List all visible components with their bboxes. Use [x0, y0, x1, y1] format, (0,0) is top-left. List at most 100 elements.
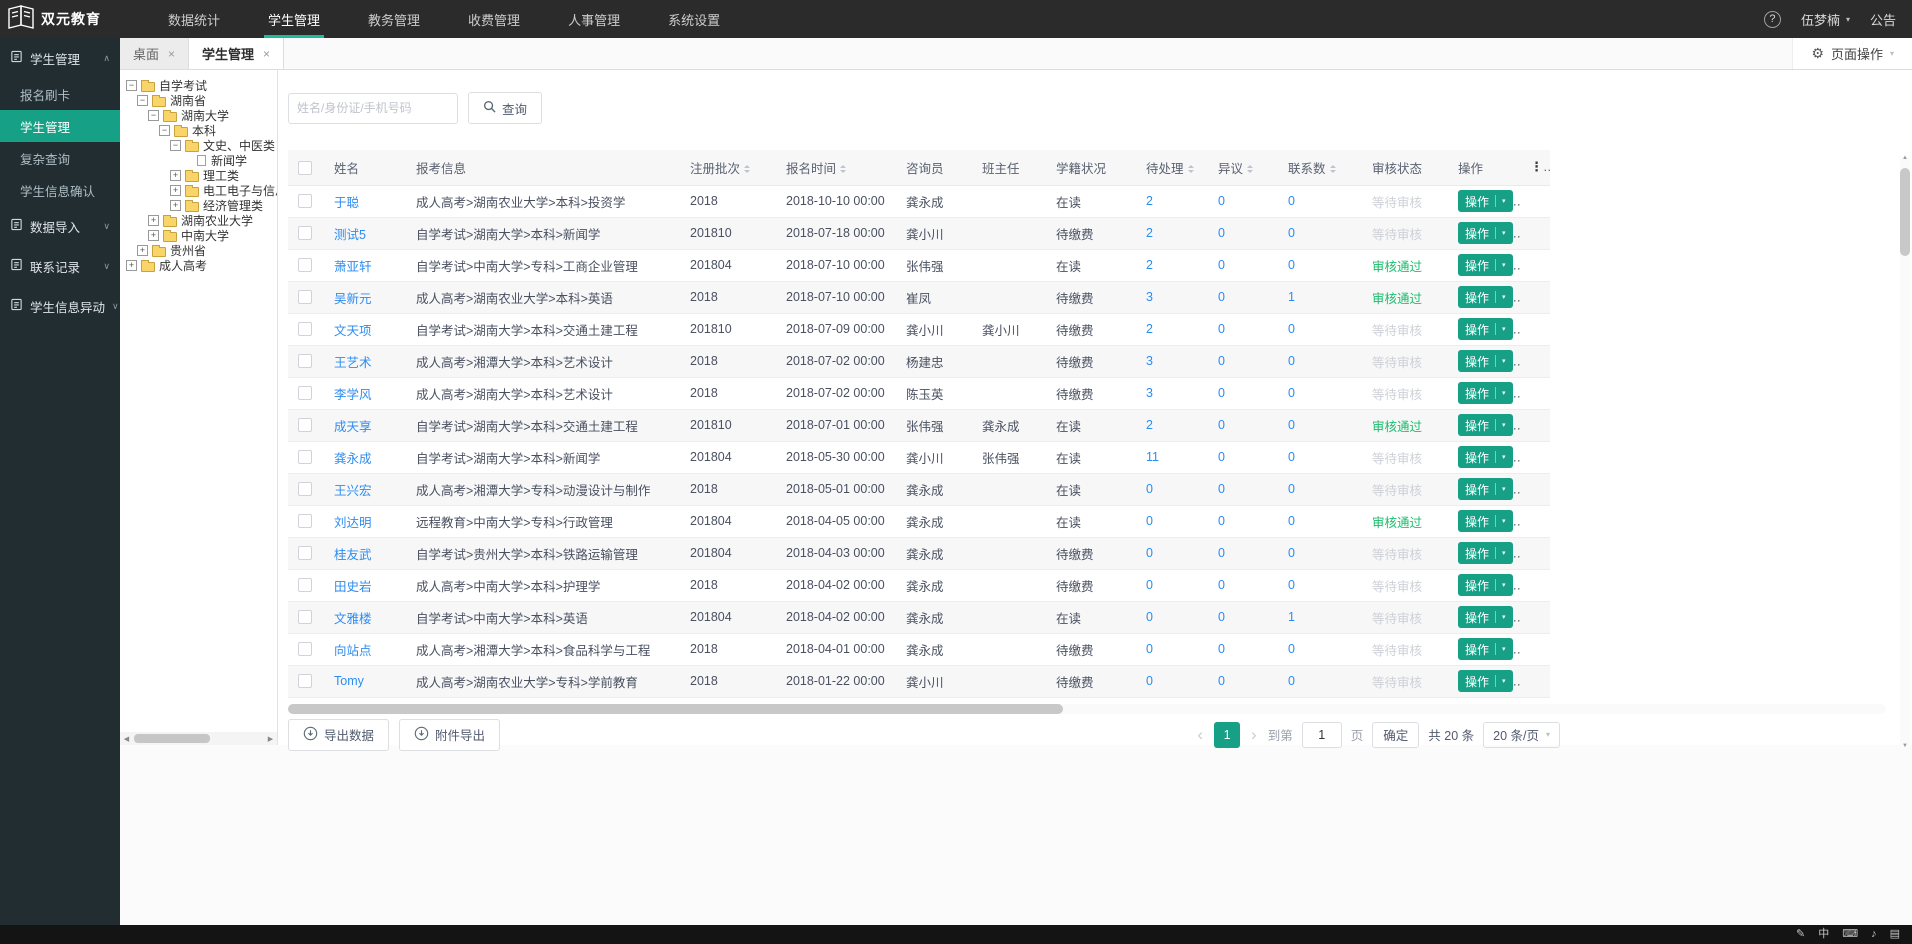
row-action-button[interactable]: 操作▾	[1458, 542, 1513, 564]
tree-node-label[interactable]: 成人高考	[157, 257, 209, 274]
row-checkbox[interactable]	[298, 674, 312, 688]
student-name-link[interactable]: 王艺术	[324, 345, 406, 377]
student-name-link-text[interactable]: 龚永成	[334, 452, 372, 466]
objection-count-link[interactable]: 0	[1208, 249, 1278, 281]
column-header-contacts[interactable]: 联系数	[1278, 150, 1362, 185]
top-nav-item-0[interactable]: 数据统计	[144, 0, 244, 38]
student-name-link[interactable]: 李学风	[324, 377, 406, 409]
contact-count-link[interactable]: 0	[1278, 473, 1362, 505]
collapse-icon[interactable]: −	[126, 80, 137, 91]
scrollbar-thumb[interactable]	[288, 704, 1063, 714]
search-button[interactable]: 查询	[468, 92, 542, 124]
top-nav-item-4[interactable]: 人事管理	[544, 0, 644, 38]
student-name-link[interactable]: 龚永成	[324, 441, 406, 473]
next-page-icon[interactable]: ›	[1249, 726, 1259, 743]
student-name-link-text[interactable]: 萧亚轩	[334, 260, 372, 274]
volume-icon[interactable]: ♪	[1871, 929, 1877, 940]
objection-count-link[interactable]: 0	[1208, 281, 1278, 313]
student-name-link-text[interactable]: 王兴宏	[334, 484, 372, 498]
contact-count-link[interactable]: 0	[1278, 633, 1362, 665]
student-name-link[interactable]: 王兴宏	[324, 473, 406, 505]
tree-node[interactable]: −本科	[124, 123, 277, 138]
pending-count-link-text[interactable]: 3	[1146, 290, 1153, 304]
expand-icon[interactable]: +	[126, 260, 137, 271]
objection-count-link[interactable]: 0	[1208, 473, 1278, 505]
tree-node[interactable]: −湖南省	[124, 93, 277, 108]
collapse-icon[interactable]: −	[148, 110, 159, 121]
sidebar-group-0[interactable]: 学生管理∧	[0, 38, 120, 78]
column-header-batch[interactable]: 注册批次	[680, 150, 776, 185]
user-menu[interactable]: 伍梦楠 ▾	[1801, 10, 1850, 29]
student-name-link-text[interactable]: 李学风	[334, 388, 372, 402]
pending-count-link[interactable]: 0	[1136, 505, 1208, 537]
contact-count-link-text[interactable]: 0	[1288, 482, 1295, 496]
keyboard-icon[interactable]: ⌨	[1842, 929, 1858, 940]
tree-node[interactable]: −湖南大学	[124, 108, 277, 123]
expand-icon[interactable]: +	[148, 215, 159, 226]
contact-count-link-text[interactable]: 1	[1288, 610, 1295, 624]
select-all-checkbox[interactable]	[298, 161, 312, 175]
student-name-link[interactable]: 刘达明	[324, 505, 406, 537]
pending-count-link[interactable]: 3	[1136, 345, 1208, 377]
tree-node[interactable]: +湖南农业大学	[124, 213, 277, 228]
objection-count-link-text[interactable]: 0	[1218, 354, 1225, 368]
announcement-link[interactable]: 公告	[1870, 10, 1896, 29]
contact-count-link-text[interactable]: 0	[1288, 418, 1295, 432]
export-data-button[interactable]: 导出数据	[288, 719, 389, 751]
tree-node[interactable]: −自学考试	[124, 78, 277, 93]
row-action-button[interactable]: 操作▾	[1458, 478, 1513, 500]
student-name-link[interactable]: 田史岩	[324, 569, 406, 601]
goto-confirm-button[interactable]: 确定	[1372, 722, 1419, 748]
objection-count-link-text[interactable]: 0	[1218, 642, 1225, 656]
scroll-left-icon[interactable]: ◀	[120, 735, 133, 743]
pending-count-link-text[interactable]: 2	[1146, 226, 1153, 240]
tab-desktop[interactable]: 桌面 ×	[120, 38, 189, 69]
row-checkbox[interactable]	[298, 354, 312, 368]
row-checkbox[interactable]	[298, 450, 312, 464]
objection-count-link[interactable]: 0	[1208, 665, 1278, 697]
contact-count-link-text[interactable]: 0	[1288, 514, 1295, 528]
expand-icon[interactable]: +	[170, 170, 181, 181]
objection-count-link-text[interactable]: 0	[1218, 674, 1225, 688]
objection-count-link-text[interactable]: 0	[1218, 290, 1225, 304]
top-nav-item-3[interactable]: 收费管理	[444, 0, 544, 38]
expand-icon[interactable]: +	[137, 245, 148, 256]
tree-node[interactable]: −文史、中医类	[124, 138, 277, 153]
tree-node[interactable]: + 成人高考	[124, 258, 277, 273]
page-operations-button[interactable]: ⚙ 页面操作 ▾	[1792, 38, 1912, 69]
objection-count-link[interactable]: 0	[1208, 313, 1278, 345]
objection-count-link-text[interactable]: 0	[1218, 322, 1225, 336]
tree-node[interactable]: +贵州省	[124, 243, 277, 258]
column-header-objection[interactable]: 异议	[1208, 150, 1278, 185]
objection-count-link[interactable]: 0	[1208, 537, 1278, 569]
sort-icon[interactable]	[840, 162, 846, 176]
pending-count-link[interactable]: 2	[1136, 249, 1208, 281]
objection-count-link-text[interactable]: 0	[1218, 546, 1225, 560]
row-checkbox[interactable]	[298, 642, 312, 656]
student-name-link-text[interactable]: Tomy	[334, 674, 364, 688]
pending-count-link-text[interactable]: 3	[1146, 386, 1153, 400]
objection-count-link[interactable]: 0	[1208, 185, 1278, 217]
contact-count-link[interactable]: 0	[1278, 345, 1362, 377]
pending-count-link-text[interactable]: 0	[1146, 642, 1153, 656]
row-checkbox[interactable]	[298, 546, 312, 560]
row-checkbox[interactable]	[298, 386, 312, 400]
collapse-icon[interactable]: −	[137, 95, 148, 106]
row-action-button[interactable]: 操作▾	[1458, 606, 1513, 628]
objection-count-link-text[interactable]: 0	[1218, 482, 1225, 496]
scrollbar-thumb[interactable]	[134, 734, 210, 743]
page-size-select[interactable]: 20 条/页 ▾	[1483, 722, 1560, 748]
expand-icon[interactable]: +	[170, 200, 181, 211]
contact-count-link[interactable]: 0	[1278, 441, 1362, 473]
contact-count-link-text[interactable]: 0	[1288, 450, 1295, 464]
expand-icon[interactable]: +	[148, 230, 159, 241]
contact-count-link[interactable]: 1	[1278, 601, 1362, 633]
contact-count-link-text[interactable]: 1	[1288, 290, 1295, 304]
pending-count-link[interactable]: 3	[1136, 377, 1208, 409]
top-nav-item-5[interactable]: 系统设置	[644, 0, 744, 38]
pending-count-link[interactable]: 2	[1136, 409, 1208, 441]
contact-count-link-text[interactable]: 0	[1288, 674, 1295, 688]
pending-count-link[interactable]: 2	[1136, 313, 1208, 345]
pending-count-link[interactable]: 2	[1136, 185, 1208, 217]
objection-count-link-text[interactable]: 0	[1218, 578, 1225, 592]
